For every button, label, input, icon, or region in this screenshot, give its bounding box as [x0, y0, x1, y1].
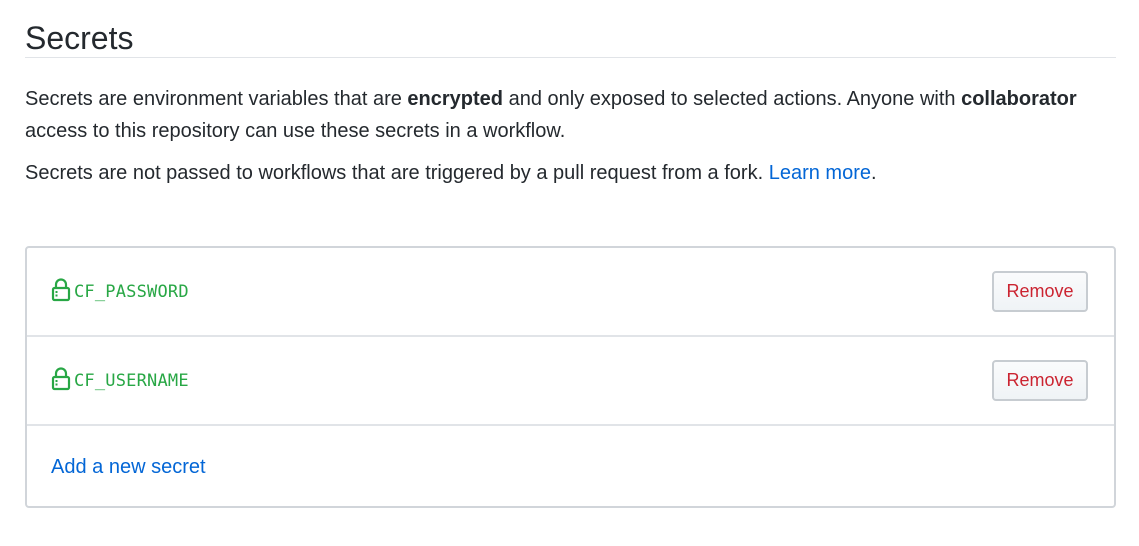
- add-secret-row: Add a new secret: [27, 426, 1114, 506]
- intro-text-2: and only exposed to selected actions. An…: [503, 88, 962, 110]
- learn-more-link[interactable]: Learn more: [769, 162, 871, 184]
- remove-secret-button[interactable]: Remove: [992, 271, 1088, 312]
- remove-secret-button[interactable]: Remove: [992, 360, 1088, 401]
- add-new-secret-link[interactable]: Add a new secret: [51, 456, 206, 479]
- fork-note-suffix: .: [870, 162, 877, 184]
- secrets-page: Secrets Secrets are environment variable…: [25, 0, 1116, 508]
- lock-icon: [51, 277, 71, 302]
- lock-icon: [51, 366, 71, 391]
- secrets-list: CF_PASSWORD Remove CF_USERNAME Remove Ad…: [25, 246, 1116, 508]
- secret-name-wrap: CF_PASSWORD: [51, 277, 189, 302]
- secret-row: CF_PASSWORD Remove: [27, 248, 1114, 337]
- secret-name-wrap: CF_USERNAME: [51, 366, 189, 391]
- secrets-description: Secrets are environment variables that a…: [25, 83, 1116, 147]
- intro-text-3: access to this repository can use these …: [25, 120, 566, 142]
- fork-note: Secrets are not passed to workflows that…: [25, 159, 1116, 187]
- intro-bold-collaborator: collaborator: [961, 88, 1077, 110]
- fork-note-text: Secrets are not passed to workflows that…: [25, 162, 769, 184]
- secret-name: CF_PASSWORD: [74, 281, 189, 302]
- secret-row: CF_USERNAME Remove: [27, 337, 1114, 426]
- page-title: Secrets: [25, 0, 1116, 58]
- intro-bold-encrypted: encrypted: [407, 88, 504, 110]
- secret-name: CF_USERNAME: [74, 370, 189, 391]
- intro-text-1: Secrets are environment variables that a…: [25, 88, 408, 110]
